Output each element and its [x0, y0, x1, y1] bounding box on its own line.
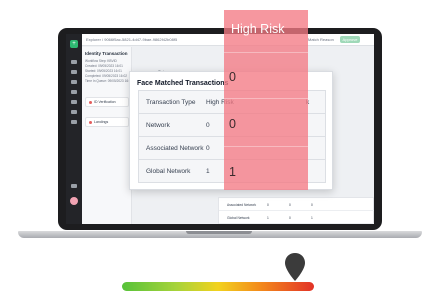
- app-logo[interactable]: +: [70, 40, 78, 48]
- detail-line: Workflow Step: KBVID: [85, 59, 117, 63]
- risk-gauge-bar: [122, 282, 314, 291]
- row-label: Global Network: [146, 168, 191, 175]
- highlight-divider: [224, 146, 308, 147]
- list-icon[interactable]: [71, 80, 77, 84]
- id-verification-card[interactable]: ID Verification: [85, 97, 129, 107]
- highlight-divider: [224, 98, 308, 99]
- user-avatar[interactable]: [70, 197, 78, 205]
- alert-dot-icon: [89, 121, 92, 124]
- row-label: Associated Network: [146, 145, 204, 152]
- card-label: ID Verification: [94, 100, 116, 104]
- detail-line: Started: 09/05/2023 16:01: [85, 69, 122, 73]
- detail-line: Created: 09/05/2023 16:01: [85, 64, 123, 68]
- app-sidebar: +: [66, 34, 82, 224]
- home-icon[interactable]: [71, 60, 77, 64]
- row-value: 1: [267, 216, 269, 220]
- row-label: Network: [146, 122, 170, 129]
- user-icon[interactable]: [71, 90, 77, 94]
- highlight-divider: [224, 52, 308, 53]
- row-value: 0: [206, 122, 210, 129]
- row-label: Associated Network: [227, 203, 257, 207]
- detail-line: Time In Queue: 09/05/2023 16:02: [85, 79, 133, 83]
- table-row: Global Network 1 0 1: [219, 211, 374, 224]
- highlight-value-global-network: 1: [229, 165, 236, 179]
- highlight-value-associated-network: 0: [229, 117, 236, 131]
- high-risk-highlight: High Risk 0 0 1: [224, 10, 308, 190]
- settings-icon[interactable]: [71, 120, 77, 124]
- row-label: Global Network: [227, 216, 250, 220]
- highlight-value-network: 0: [229, 70, 236, 84]
- flag-icon[interactable]: [71, 110, 77, 114]
- row-value: 0: [267, 203, 269, 207]
- table-row: Associated Network 0 0 0: [219, 198, 374, 211]
- background-table: Associated Network 0 0 0 Global Network …: [218, 197, 374, 224]
- row-value: 1: [206, 168, 210, 175]
- modal-title: Face Matched Transactions: [137, 80, 229, 87]
- landings-card[interactable]: Landings: [85, 117, 129, 127]
- match-reason-link[interactable]: Match Reason: [308, 37, 334, 42]
- help-icon[interactable]: [71, 184, 77, 188]
- row-value: 0: [206, 145, 210, 152]
- header-transaction-type: Transaction Type: [146, 99, 196, 106]
- alert-dot-icon: [89, 101, 92, 104]
- highlight-header: High Risk: [231, 22, 285, 36]
- panel-title: Identity Transaction: [85, 51, 128, 56]
- detail-line: Completed: 09/05/2023 16:02: [85, 74, 128, 78]
- search-icon[interactable]: [71, 70, 77, 74]
- card-label: Landings: [94, 120, 109, 124]
- row-value: 1: [311, 216, 313, 220]
- row-value: 0: [289, 203, 291, 207]
- transaction-details-panel: Identity Transaction Workflow Step: KBVI…: [82, 47, 133, 224]
- row-value: 0: [289, 216, 291, 220]
- laptop-notch: [186, 231, 252, 234]
- breadcrumb[interactable]: Explorer / 9066f5ac-5821-4d47-9bae-9862f…: [86, 37, 177, 42]
- chart-icon[interactable]: [71, 100, 77, 104]
- map-pin-icon: [284, 253, 305, 281]
- row-value: 0: [311, 203, 313, 207]
- approve-button[interactable]: Approve: [340, 36, 360, 43]
- stage: + Explorer / 9066f5ac-5821-4d47-9bae-986…: [0, 0, 437, 294]
